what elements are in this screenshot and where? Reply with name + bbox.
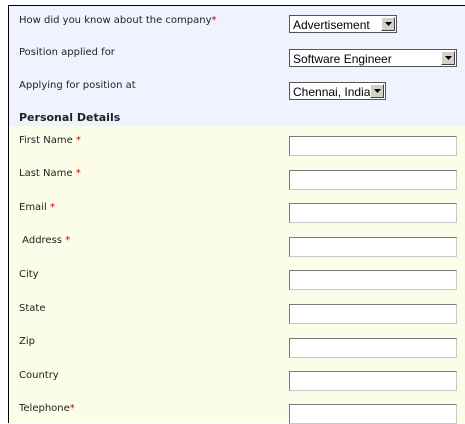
company-source-label: How did you know about the company* [19, 15, 217, 26]
last-name-input[interactable] [289, 170, 457, 190]
first-name-input[interactable] [289, 136, 457, 156]
required-asterisk: * [65, 235, 71, 246]
required-asterisk: * [69, 403, 75, 414]
country-input[interactable] [289, 371, 457, 391]
required-asterisk: * [75, 135, 81, 146]
chevron-down-icon[interactable] [370, 84, 384, 98]
required-asterisk: * [211, 15, 217, 26]
email-label: Email * [19, 202, 55, 213]
required-asterisk: * [49, 202, 55, 213]
state-label: State [19, 303, 46, 314]
position-location-select[interactable]: Chennai, India [289, 82, 386, 100]
email-input[interactable] [289, 203, 457, 223]
position-location-value: Chennai, India [293, 85, 371, 99]
country-label: Country [19, 370, 59, 381]
position-applied-label: Position applied for [19, 47, 115, 58]
chevron-down-icon[interactable] [381, 17, 395, 31]
address-input[interactable] [289, 237, 457, 257]
first-name-label: First Name * [19, 135, 81, 146]
section-title: Personal Details [19, 111, 121, 124]
city-input[interactable] [289, 270, 457, 290]
zip-label: Zip [19, 336, 35, 347]
city-label: City [19, 269, 39, 280]
telephone-label: Telephone* [19, 403, 75, 414]
telephone-input[interactable] [289, 404, 457, 424]
position-applied-select[interactable]: Software Engineer [289, 49, 457, 67]
position-location-label: Applying for position at [19, 80, 136, 91]
required-asterisk: * [75, 168, 81, 179]
last-name-label: Last Name * [19, 168, 81, 179]
company-source-select[interactable]: Advertisement [289, 15, 397, 33]
state-input[interactable] [289, 304, 457, 324]
chevron-down-icon[interactable] [441, 51, 455, 65]
position-applied-value: Software Engineer [293, 52, 392, 66]
company-source-value: Advertisement [293, 18, 370, 32]
address-label: Address * [19, 235, 71, 246]
zip-input[interactable] [289, 338, 457, 358]
